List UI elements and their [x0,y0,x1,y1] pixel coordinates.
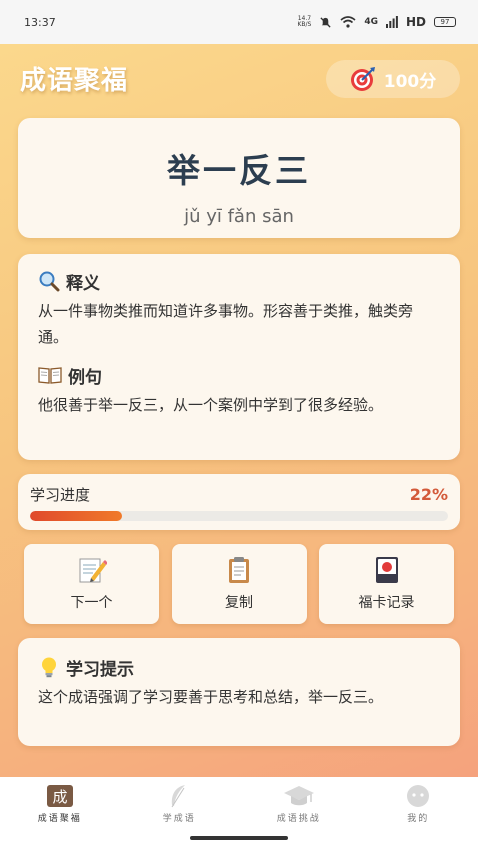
card-record-label: 福卡记录 [358,595,415,611]
tip-card: 学习提示 这个成语强调了学习要善于思考和总结，举一反三。 [18,638,460,746]
meaning-card: 释义 从一件事物类推而知道许多事物。形容善于类推，触类旁通。 例句 他很善于举一… [18,254,460,460]
score-value: 100分 [383,71,437,92]
memo-icon [79,558,107,583]
idiom-card: 举一反三 jǔ yī fǎn sān [18,118,460,238]
tab-idiom-home-label: 成语聚福 [37,814,82,824]
tab-challenge-label: 成语挑战 [276,814,321,824]
network-type: 4G [364,17,378,27]
magnifier-icon [39,271,60,292]
progress-label: 学习进度 [30,486,91,504]
feather-icon [171,785,186,808]
tab-learn-label: 学成语 [162,814,196,824]
next-button[interactable]: 下一个 [24,544,159,624]
progress-card: 学习进度 22% [18,474,460,530]
card-icon [375,557,398,583]
profile-icon [407,785,430,807]
action-buttons: 下一个 复制 福卡记录 [24,544,454,624]
meaning-text: 从一件事物类推而知道许多事物。形容善于类推，触类旁通。 [38,302,414,346]
tip-heading: 学习提示 [38,654,440,680]
tip-title: 学习提示 [66,659,134,680]
status-bar: 13:37 14.7 KB/S 4G HD 97 [0,0,478,44]
status-icons: 14.7 KB/S 4G HD 97 [297,15,456,29]
main-content: 成语聚福 100分 举一反三 jǔ yī fǎn sān 释义 从一件事物类推而… [0,44,478,777]
network-speed: 14.7 KB/S [297,15,312,28]
wifi-icon [340,16,356,28]
example-title: 例句 [68,367,102,388]
example-heading: 例句 [38,362,440,388]
meaning-title: 释义 [66,273,100,294]
progress-bar-fill [30,511,122,521]
battery-icon: 97 [434,17,456,27]
copy-button-label: 复制 [225,595,253,611]
next-button-label: 下一个 [70,595,113,611]
idiom-text: 举一反三 [167,151,311,190]
example-text: 他很善于举一反三，从一个案例中学到了很多经验。 [38,396,384,414]
app-title: 成语聚福 [20,66,129,96]
card-record-button[interactable]: 福卡记录 [319,544,454,624]
book-icon [38,367,62,384]
tip-text: 这个成语强调了学习要善于思考和总结，举一反三。 [38,688,384,706]
tab-profile[interactable]: 我的 [368,783,468,850]
home-indicator [190,836,288,840]
mute-bell-icon [320,16,331,28]
tab-idiom-home[interactable]: 成 成语聚福 [10,783,110,850]
copy-button[interactable]: 复制 [171,544,307,624]
signal-icon [385,16,398,28]
target-icon [350,67,375,91]
lightbulb-icon [42,657,56,678]
idiom-tab-icon: 成 [46,785,73,807]
score-badge[interactable]: 100分 [326,60,460,98]
progress-percent: 22% [409,485,448,504]
status-time: 13:37 [24,15,56,29]
hd-indicator: HD [405,15,426,29]
graduation-cap-icon [283,786,314,806]
idiom-pinyin: jǔ yī fǎn sān [184,206,294,227]
svg-text:成: 成 [52,788,67,806]
clipboard-icon [229,557,249,583]
meaning-heading: 释义 [38,268,440,294]
progress-bar [30,511,448,521]
tab-profile-label: 我的 [407,814,430,824]
